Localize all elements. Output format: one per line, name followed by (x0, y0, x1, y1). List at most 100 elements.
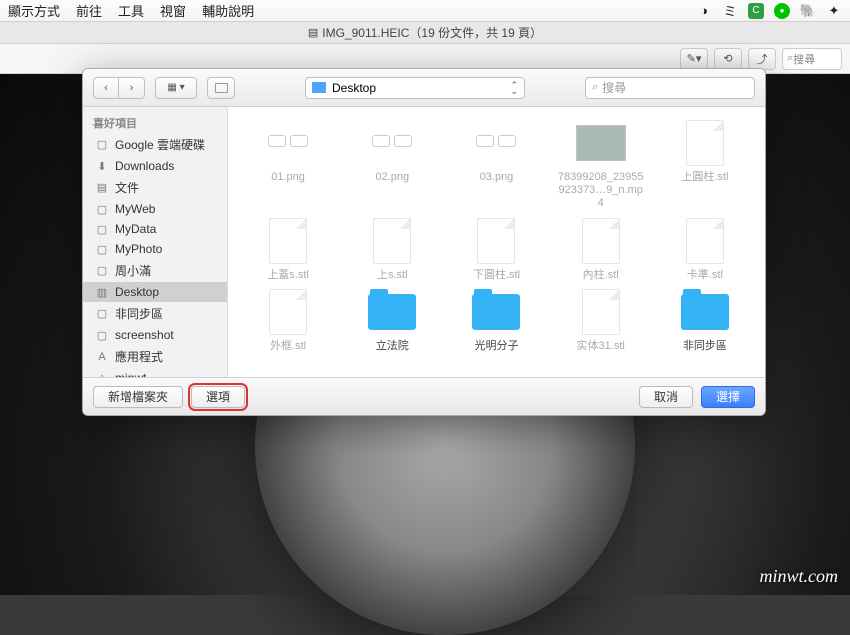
document-icon (686, 218, 724, 264)
window-title: IMG_9011.HEIC（19 份文件，共 19 頁） (322, 24, 542, 41)
status-icon-2[interactable]: C (748, 3, 764, 19)
apps-icon: A (95, 351, 109, 363)
location-popup[interactable]: Desktop ⌃⌄ (305, 77, 525, 99)
sidebar-favorites-header: 喜好項目 (83, 113, 227, 133)
file-label: 光明分子 (474, 340, 518, 353)
sidebar-item-8[interactable]: ▢非同步區 (83, 302, 227, 325)
document-icon (582, 289, 620, 335)
folder-icon (368, 294, 416, 330)
file-item: 外框.stl (238, 288, 338, 353)
sidebar-item-6[interactable]: ▢ 周小滿 (83, 259, 227, 282)
sidebar-item-5[interactable]: ▢ MyPhoto (83, 239, 227, 259)
sidebar-item-label: 周小滿 (115, 262, 151, 279)
folder-icon: ▢ (95, 203, 109, 215)
watermark: minwt.com (760, 566, 839, 587)
folder-icon (215, 83, 228, 93)
file-item: 实体31.stl (551, 288, 651, 353)
menu-window[interactable]: 視窗 (160, 1, 186, 20)
view-mode-selector[interactable]: ▦ ▾ (155, 77, 197, 99)
file-item: 上s.stl (342, 217, 442, 282)
folder-icon: ▢ (95, 243, 109, 255)
file-label: 78399208_23955923373…9_n.mp4 (556, 171, 646, 211)
file-label: 上蓋s.stl (267, 269, 309, 282)
cancel-button[interactable]: 取消 (639, 386, 693, 408)
line-icon[interactable]: ● (774, 3, 790, 19)
document-icon (477, 218, 515, 264)
toolbar-search[interactable]: ⌕ 搜尋 (782, 48, 842, 70)
file-item: 上圓柱.stl (655, 119, 755, 211)
file-item: 上蓋s.stl (238, 217, 338, 282)
choose-button[interactable]: 選擇 (701, 386, 755, 408)
sidebar-item-label: MyData (115, 222, 156, 236)
sidebar-item-label: 應用程式 (115, 348, 163, 365)
folder-icon: ▢ (95, 329, 109, 341)
image-thumb-icon (471, 135, 521, 151)
path-toggle-button[interactable] (207, 77, 235, 99)
folder-icon (472, 294, 520, 330)
file-item: 下圓柱.stl (446, 217, 546, 282)
file-item: 內柱.stl (551, 217, 651, 282)
dialog-footer: 新增檔案夾 選項 取消 選擇 (83, 377, 765, 415)
file-item: 卡準.stl (655, 217, 755, 282)
spotlight-icon[interactable]: ✦ (826, 3, 842, 19)
image-thumb-icon (263, 135, 313, 151)
options-button[interactable]: 選項 (191, 386, 245, 408)
new-folder-button[interactable]: 新增檔案夾 (93, 386, 183, 408)
sidebar-item-10[interactable]: A 應用程式 (83, 345, 227, 368)
sidebar-item-4[interactable]: ▢MyData (83, 219, 227, 239)
sidebar-item-3[interactable]: ▢ MyWeb (83, 199, 227, 219)
file-item: 78399208_23955923373…9_n.mp4 (551, 119, 651, 211)
file-label: 02.png (375, 171, 409, 184)
nav-forward-button[interactable]: › (119, 77, 145, 99)
sidebar-item-label: Downloads (115, 159, 174, 173)
file-item: 03.png (446, 119, 546, 211)
dialog-sidebar: 喜好項目 ▢Google 雲端硬碟⬇Downloads▤文件▢MyWeb▢MyD… (83, 107, 228, 377)
sidebar-item-2[interactable]: ▤ 文件 (83, 176, 227, 199)
file-item: 02.png (342, 119, 442, 211)
sidebar-item-7[interactable]: ▥ Desktop (83, 282, 227, 302)
sidebar-item-label: Google 雲端硬碟 (115, 136, 205, 153)
file-item[interactable]: 光明分子 (446, 288, 546, 353)
folder-icon (312, 82, 326, 93)
nav-back-button[interactable]: ‹ (93, 77, 119, 99)
share-button[interactable]: ⤴ (748, 48, 776, 70)
sidebar-item-label: MyWeb (115, 202, 155, 216)
folder-icon: ▢ (95, 265, 109, 277)
menu-go[interactable]: 前往 (76, 1, 102, 20)
dialog-search-field[interactable]: ⌕ 搜尋 (585, 77, 755, 99)
download-icon: ⬇ (95, 160, 109, 172)
file-item[interactable]: 非同步區 (655, 288, 755, 353)
sidebar-item-label: screenshot (115, 328, 174, 342)
window-titlebar: ▤ IMG_9011.HEIC（19 份文件，共 19 頁） (0, 22, 850, 44)
document-icon (269, 289, 307, 335)
file-label: 03.png (480, 171, 514, 184)
rotate-button[interactable]: ⟲ (714, 48, 742, 70)
sidebar-item-label: Desktop (115, 285, 159, 299)
sidebar-item-label: MyPhoto (115, 242, 162, 256)
file-label: 立法院 (376, 340, 409, 353)
status-icon-1[interactable]: ミ (722, 3, 738, 19)
desktop-icon: ▥ (95, 286, 109, 298)
file-item[interactable]: 立法院 (342, 288, 442, 353)
location-label: Desktop (332, 81, 376, 95)
sidebar-item-0[interactable]: ▢Google 雲端硬碟 (83, 133, 227, 156)
evernote-icon[interactable]: 🐘 (800, 3, 816, 19)
markup-button[interactable]: ✎▾ (680, 48, 708, 70)
menu-tools[interactable]: 工具 (118, 1, 144, 20)
sidebar-item-1[interactable]: ⬇ Downloads (83, 156, 227, 176)
file-label: 01.png (271, 171, 305, 184)
sidebar-item-label: 文件 (115, 179, 139, 196)
menu-help[interactable]: 輔助說明 (202, 1, 254, 20)
file-item: 01.png (238, 119, 338, 211)
updown-icon: ⌃⌄ (510, 82, 518, 94)
video-thumb-icon (576, 125, 626, 161)
menu-view[interactable]: 顯示方式 (8, 1, 60, 20)
file-label: 卡準.stl (687, 269, 723, 282)
save-dialog: ‹ › ▦ ▾ Desktop ⌃⌄ ⌕ 搜尋 喜好項目 ▢Google 雲端硬… (82, 68, 766, 416)
file-label: 內柱.stl (583, 269, 619, 282)
sidebar-item-9[interactable]: ▢ screenshot (83, 325, 227, 345)
telegram-icon[interactable]: ◑ (696, 3, 712, 19)
file-browser[interactable]: 01.png 02.png 03.png 78399208_23955923373…9… (228, 107, 765, 377)
doc-icon: ▤ (95, 182, 109, 194)
sidebar-item-11[interactable]: ⌂minwt (83, 368, 227, 377)
